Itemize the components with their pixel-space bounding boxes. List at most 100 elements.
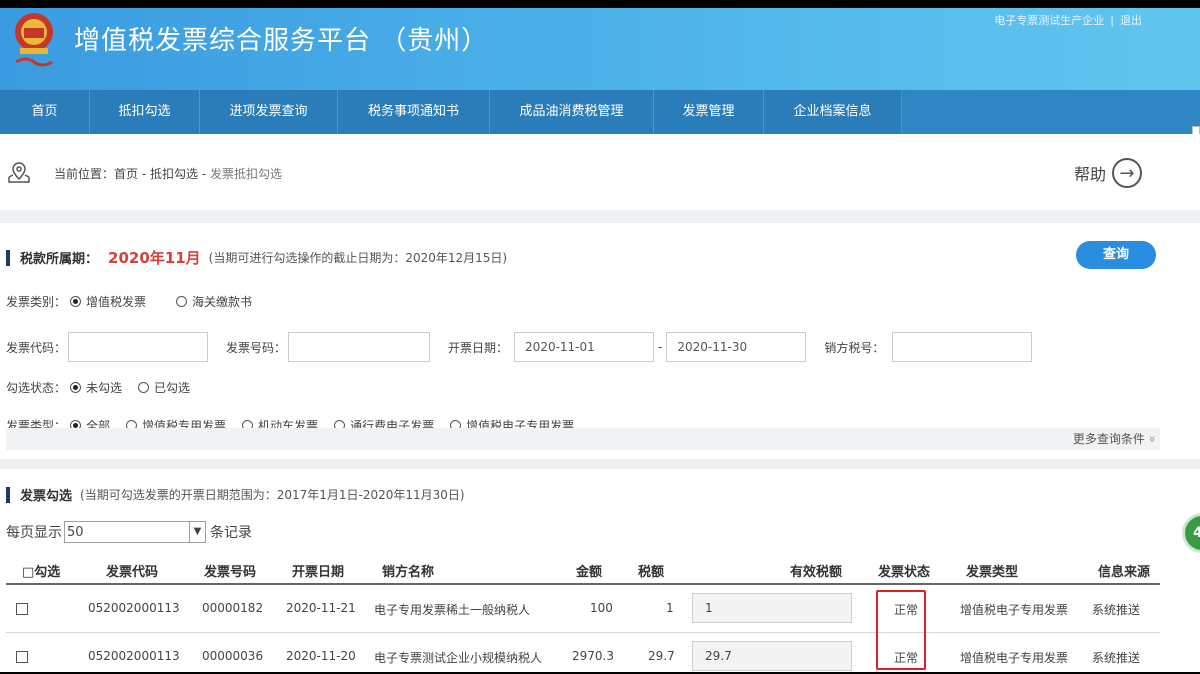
main-nav: 首页 抵扣勾选 进项发票查询 税务事项通知书 成品油消费税管理 发票管理 企业档… — [0, 90, 1200, 134]
period-heading: 税款所属期： 2020年11月 (当期可进行勾选操作的截止日期为：2020年12… — [6, 247, 507, 268]
row-checkbox[interactable] — [16, 603, 28, 615]
cell-invoice-number: 00000182 — [202, 601, 264, 615]
invoice-number-input[interactable] — [288, 332, 431, 362]
radio-dot-checked — [70, 296, 82, 307]
page-size-select[interactable]: 50 ▼ — [64, 521, 206, 543]
radio-unselected[interactable]: 未勾选 — [70, 379, 122, 396]
cell-tax: 29.7 — [648, 649, 675, 663]
radio-label: 已勾选 — [154, 381, 191, 395]
cell-invoice-code: 052002000113 — [88, 601, 180, 615]
breadcrumb-home[interactable]: 首页 — [114, 167, 138, 181]
breadcrumb-prefix: 当前位置： — [54, 167, 115, 181]
radio-vat-invoice[interactable]: 增值税发票 — [70, 293, 146, 310]
category-row: 发票类别： 增值税发票 海关缴款书 — [6, 293, 268, 310]
radio-label: 未勾选 — [86, 381, 123, 395]
period-label: 税款所属期： — [20, 252, 99, 267]
valid-tax-input[interactable]: 29.7 — [692, 641, 852, 671]
site-header: 增值税发票综合服务平台 （贵州） 电子专票测试生产企业 | 退出 — [0, 8, 1200, 90]
cell-seller-name: 电子专票测试企业小规模纳税人 — [374, 651, 543, 665]
col-invoice-type: 发票类型 — [966, 565, 1019, 580]
national-emblem-logo — [15, 13, 53, 67]
section-divider — [0, 459, 1200, 469]
top-links: 电子专票测试生产企业 | 退出 — [994, 12, 1142, 28]
breadcrumb-sep: - — [138, 167, 150, 181]
col-amount: 金额 — [576, 565, 603, 580]
nav-item-company-profile[interactable]: 企业档案信息 — [764, 90, 902, 134]
radio-label: 海关缴款书 — [192, 295, 253, 309]
col-source: 信息来源 — [1098, 565, 1151, 580]
period-value: 2020年11月 — [108, 249, 201, 267]
logout-link[interactable]: 退出 — [1120, 12, 1142, 28]
col-issue-date: 开票日期 — [292, 565, 345, 580]
radio-dot-checked — [70, 382, 82, 393]
chevron-down-icon: ▼ — [189, 522, 205, 542]
cell-source: 系统推送 — [1092, 651, 1141, 665]
nav-bar: 首页 抵扣勾选 进项发票查询 税务事项通知书 成品油消费税管理 发票管理 企业档… — [0, 90, 902, 134]
link-separator: | — [1110, 14, 1114, 27]
period-note: (当期可进行勾选操作的截止日期为：2020年12月15日) — [208, 251, 508, 265]
more-conditions-toggle[interactable]: 更多查询条件 » — [1072, 430, 1160, 447]
arrow-right-circle-icon: → — [1112, 158, 1143, 188]
query-button[interactable]: 查询 — [1076, 241, 1156, 269]
section-marker — [6, 249, 10, 266]
page-size-prefix: 每页显示 — [6, 525, 62, 541]
status-highlight-box — [876, 590, 926, 670]
breadcrumb-bar: 当前位置：首页 - 抵扣勾选 - 发票抵扣勾选 帮助 → — [0, 134, 1200, 210]
date-range-separator: - — [658, 340, 663, 354]
nav-item-input-invoice-query[interactable]: 进项发票查询 — [200, 90, 338, 134]
page-size-value: 50 — [67, 524, 84, 540]
cell-amount: 2970.3 — [572, 649, 614, 663]
row-checkbox[interactable] — [16, 651, 28, 663]
nav-item-deduction-select[interactable]: 抵扣勾选 — [90, 90, 200, 134]
category-label: 发票类别： — [6, 295, 67, 309]
radio-customs-payment[interactable]: 海关缴款书 — [176, 293, 252, 310]
table-header: □勾选 发票代码 发票号码 开票日期 销方名称 金额 税额 有效税额 发票状态 … — [6, 553, 1160, 585]
page-size-control: 每页显示 50 ▼ 条记录 — [6, 521, 252, 543]
cell-source: 系统推送 — [1092, 603, 1141, 617]
breadcrumb-current: 发票抵扣勾选 — [209, 167, 282, 181]
page-size-suffix: 条记录 — [210, 525, 252, 541]
help-button[interactable]: 帮助 → — [1074, 158, 1143, 188]
cell-invoice-code: 052002000113 — [88, 649, 180, 663]
seller-tax-label: 销方税号： — [824, 340, 885, 355]
invoice-code-label: 发票代码： — [6, 340, 67, 355]
site-title: 增值税发票综合服务平台 （贵州） — [74, 26, 489, 56]
nav-item-tax-notice[interactable]: 税务事项通知书 — [338, 90, 490, 134]
valid-tax-input[interactable]: 1 — [692, 593, 852, 623]
col-check-all[interactable]: □勾选 — [22, 561, 60, 580]
selection-note: (当期可勾选发票的开票日期范围为：2017年1月1日-2020年11月30日) — [80, 488, 465, 502]
chevron-double-down-icon: » — [1145, 435, 1160, 443]
date-from-input[interactable]: 2020-11-01 — [514, 332, 655, 362]
date-to-input[interactable]: 2020-11-30 — [666, 332, 807, 362]
more-conditions-bar: 更多查询条件 » — [6, 428, 1160, 450]
help-label: 帮助 — [1074, 165, 1107, 184]
query-panel: 税款所属期： 2020年11月 (当期可进行勾选操作的截止日期为：2020年12… — [0, 223, 1200, 672]
cell-invoice-type: 增值税电子专用发票 — [960, 651, 1069, 665]
nav-item-oil-consumption-tax[interactable]: 成品油消费税管理 — [490, 90, 654, 134]
invoice-code-input[interactable] — [68, 332, 209, 362]
radio-dot — [176, 296, 188, 307]
cell-issue-date: 2020-11-20 — [286, 649, 356, 663]
section-marker — [6, 486, 10, 503]
table-row: 052002000113 00000182 2020-11-21 电子专用发票稀… — [6, 585, 1160, 633]
radio-dot — [138, 382, 150, 393]
col-tax: 税额 — [638, 565, 665, 580]
nav-item-invoice-management[interactable]: 发票管理 — [654, 90, 764, 134]
breadcrumb-sep: - — [198, 167, 210, 181]
col-seller-name: 销方名称 — [382, 565, 435, 580]
cell-seller-name: 电子专用发票稀土一般纳税人 — [374, 603, 531, 617]
selection-title: 发票勾选 — [20, 489, 73, 504]
radio-selected[interactable]: 已勾选 — [138, 379, 190, 396]
invoice-number-label: 发票号码： — [226, 340, 287, 355]
col-invoice-code: 发票代码 — [106, 565, 159, 580]
col-status: 发票状态 — [878, 565, 931, 580]
more-conditions-label: 更多查询条件 — [1072, 432, 1145, 446]
radio-label: 增值税发票 — [86, 295, 147, 309]
breadcrumb: 当前位置：首页 - 抵扣勾选 - 发票抵扣勾选 — [54, 165, 282, 182]
breadcrumb-level1[interactable]: 抵扣勾选 — [150, 167, 198, 181]
seller-tax-input[interactable] — [892, 332, 1033, 362]
col-valid-tax: 有效税额 — [790, 565, 843, 580]
nav-item-home[interactable]: 首页 — [0, 90, 90, 134]
table-row: 052002000113 00000036 2020-11-20 电子专票测试企… — [6, 633, 1160, 672]
status-row: 勾选状态： 未勾选 已勾选 — [6, 379, 206, 396]
